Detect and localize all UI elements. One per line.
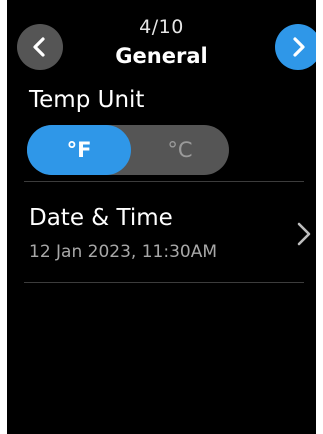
divider <box>24 282 304 283</box>
date-time-value: 12 Jan 2023, 11:30AM <box>29 242 218 262</box>
next-page-button[interactable] <box>275 24 316 70</box>
chevron-right-icon <box>297 222 311 246</box>
page-title: General <box>115 44 208 68</box>
temp-unit-label: Temp Unit <box>29 87 145 113</box>
fahrenheit-option[interactable]: °F <box>27 125 131 175</box>
date-time-title: Date & Time <box>29 205 173 231</box>
celsius-option[interactable]: °C <box>131 125 229 175</box>
date-time-row[interactable]: Date & Time 12 Jan 2023, 11:30AM <box>7 182 316 282</box>
thermostat-screen: 4/10 General Temp Unit °F °C Date & Time… <box>7 0 316 434</box>
temp-unit-toggle[interactable]: °F °C <box>27 125 229 175</box>
page-counter: 4/10 <box>139 16 184 38</box>
chevron-right-icon <box>293 37 305 57</box>
